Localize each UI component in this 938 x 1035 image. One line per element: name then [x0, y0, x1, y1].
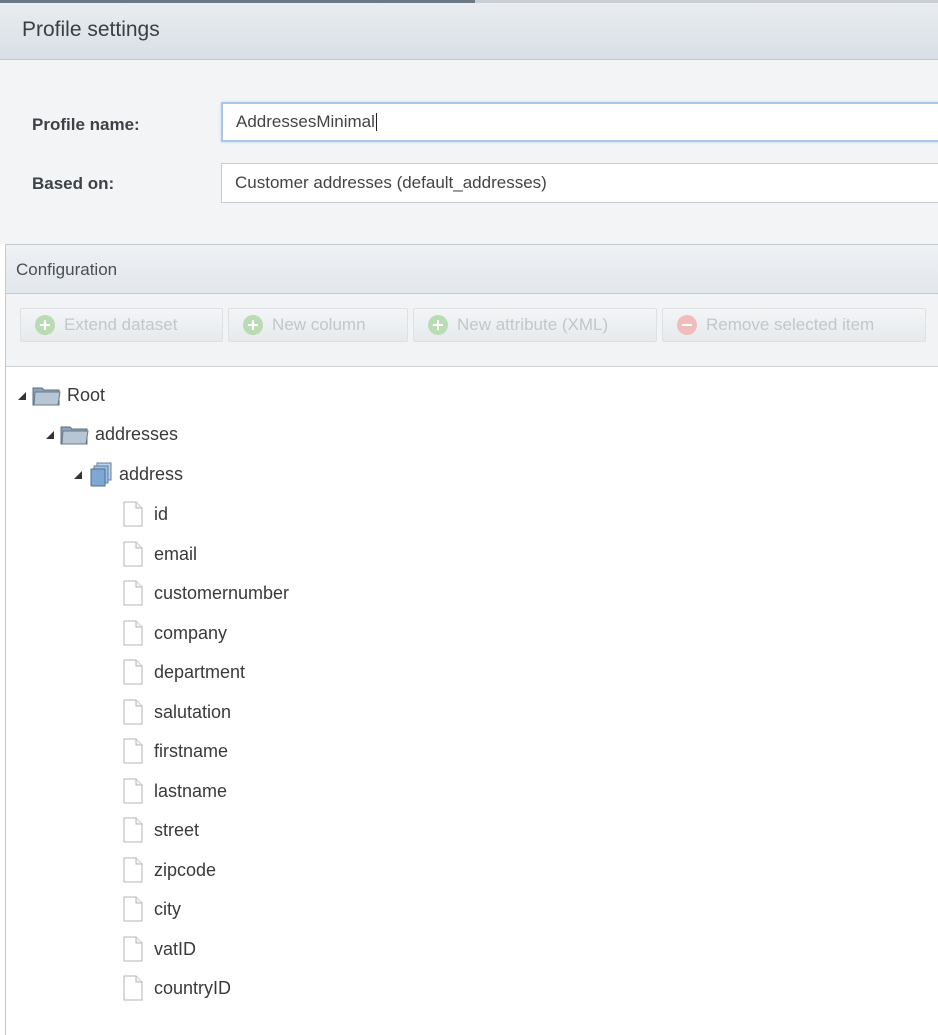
file-icon — [123, 620, 143, 646]
configuration-title: Configuration — [16, 260, 118, 279]
folder-icon — [60, 426, 89, 445]
tree-field-label: company — [154, 622, 228, 643]
configuration-panel: Configuration Extend dataset New column … — [5, 244, 938, 1035]
tree-field-label: email — [154, 543, 198, 564]
profile-name-value: AddressesMinimal — [236, 112, 375, 131]
tree-field-item[interactable]: firstname — [122, 736, 228, 766]
extend-dataset-button[interactable]: Extend dataset — [20, 308, 223, 342]
file-icon — [123, 659, 143, 685]
text-caret — [375, 113, 377, 131]
based-on-value: Customer addresses (default_addresses) — [235, 173, 547, 192]
expand-arrow-icon[interactable] — [18, 392, 26, 400]
tree-field-label: lastname — [154, 780, 228, 801]
tree-field-item[interactable]: vatID — [122, 934, 196, 964]
file-icon — [123, 778, 143, 804]
tree-node-address[interactable]: address — [74, 459, 183, 489]
file-icon — [123, 580, 143, 606]
tree-field-label: department — [154, 661, 246, 682]
file-icon — [123, 699, 143, 725]
file-icon — [123, 738, 143, 764]
page-title: Profile settings — [22, 18, 160, 41]
expand-arrow-icon[interactable] — [74, 471, 82, 479]
new-attribute-button[interactable]: New attribute (XML) — [413, 308, 657, 342]
tree-field-item[interactable]: street — [122, 815, 199, 845]
file-icon — [123, 817, 143, 843]
minus-circle-icon — [677, 315, 697, 335]
based-on-label: Based on: — [32, 174, 115, 193]
plus-circle-icon — [35, 315, 55, 335]
file-icon — [123, 975, 143, 1001]
tree-node-addresses[interactable]: addresses — [46, 419, 178, 449]
new-attribute-label: New attribute (XML) — [457, 315, 609, 334]
tree-field-item[interactable]: zipcode — [122, 855, 216, 885]
plus-circle-icon — [428, 315, 448, 335]
tree-field-label: street — [154, 819, 200, 840]
tree-field-item[interactable]: id — [122, 499, 168, 529]
configuration-header: Configuration — [6, 245, 938, 294]
extend-dataset-label: Extend dataset — [64, 315, 178, 334]
tree-field-item[interactable]: countryID — [122, 973, 231, 1003]
tree-label-addresses: addresses — [95, 423, 179, 444]
plus-circle-icon — [243, 315, 263, 335]
tree-field-label: firstname — [154, 740, 229, 761]
stacked-pages-icon — [90, 462, 112, 487]
profile-settings-header: Profile settings — [0, 3, 938, 60]
tree-field-label: vatID — [154, 938, 197, 959]
folder-icon — [32, 387, 61, 406]
tree-label-root: Root — [67, 384, 106, 405]
file-icon — [123, 541, 143, 567]
file-icon — [123, 896, 143, 922]
file-icon — [123, 501, 143, 527]
tree-field-label: salutation — [154, 701, 232, 722]
tree-field-item[interactable]: company — [122, 618, 227, 648]
file-icon — [123, 857, 143, 883]
tree-field-item[interactable]: department — [122, 657, 245, 687]
tree-field-label: id — [154, 503, 169, 524]
tree-field-label: customernumber — [154, 582, 290, 603]
tree-label-address: address — [119, 463, 184, 484]
tree-field-item[interactable]: salutation — [122, 697, 231, 727]
remove-selected-button[interactable]: Remove selected item — [662, 308, 926, 342]
tree-field-label: city — [154, 898, 181, 919]
tree-field-label: countryID — [154, 977, 232, 998]
tree-field-item[interactable]: lastname — [122, 776, 227, 806]
profile-form: Profile name: AddressesMinimal Based on:… — [0, 60, 938, 244]
remove-selected-label: Remove selected item — [706, 315, 875, 334]
expand-arrow-icon[interactable] — [46, 431, 54, 439]
new-column-label: New column — [272, 315, 366, 334]
tree-node-root[interactable]: Root — [18, 380, 105, 410]
tree-field-label: zipcode — [154, 859, 217, 880]
tree-field-item[interactable]: email — [122, 539, 197, 569]
tree-field-item[interactable]: customernumber — [122, 578, 289, 608]
configuration-toolbar: Extend dataset New column New attribute … — [6, 294, 938, 367]
file-icon — [123, 936, 143, 962]
profile-name-label: Profile name: — [32, 115, 140, 134]
based-on-field[interactable]: Customer addresses (default_addresses) — [221, 163, 938, 203]
profile-name-input[interactable]: AddressesMinimal — [221, 102, 938, 142]
new-column-button[interactable]: New column — [228, 308, 408, 342]
tree-field-item[interactable]: city — [122, 894, 181, 924]
